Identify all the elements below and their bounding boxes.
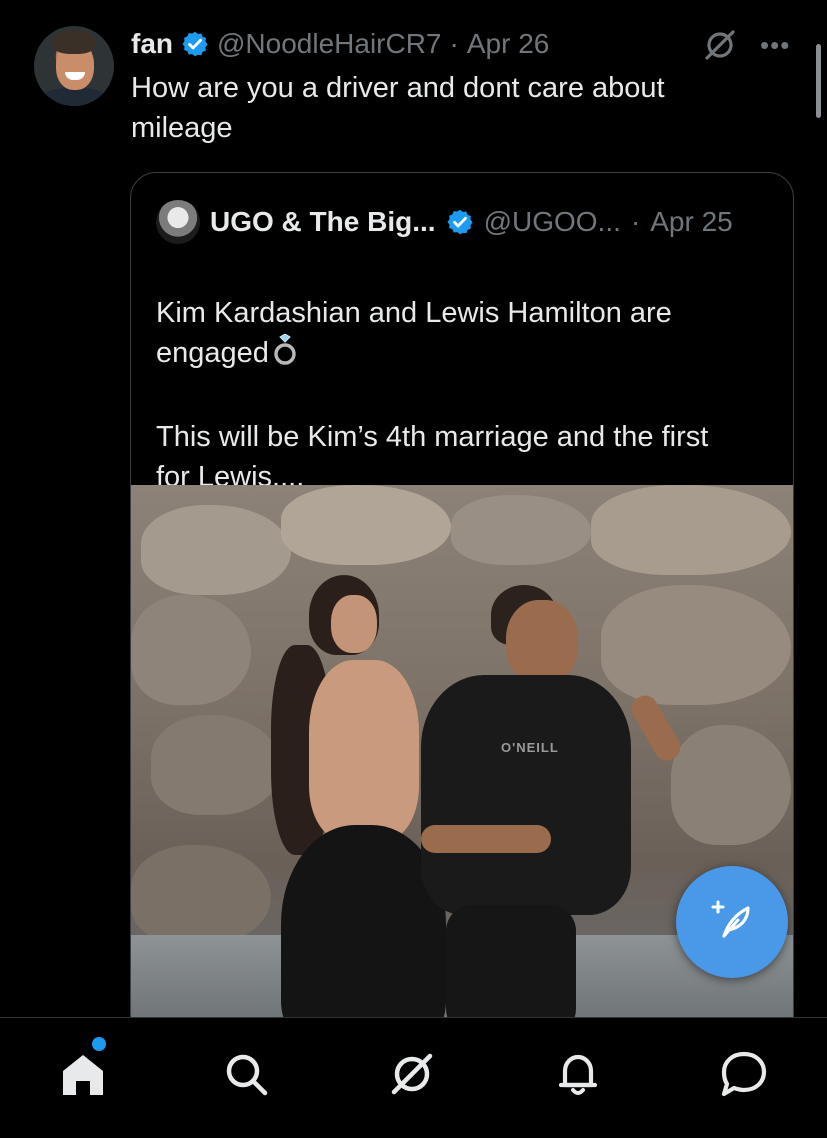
notifications-icon: [553, 1049, 603, 1104]
quote-author-handle[interactable]: @UGOO...: [484, 206, 621, 238]
tweet-date[interactable]: Apr 26: [467, 28, 550, 60]
scrollbar[interactable]: [816, 44, 821, 118]
search-icon: [221, 1049, 271, 1104]
more-options-icon[interactable]: •••: [760, 32, 790, 58]
quote-header: UGO & The Big... @UGOO... · Apr 25: [156, 200, 733, 244]
tweet-header: fan @NoodleHairCR7 · Apr 26: [131, 26, 549, 62]
compose-post-button[interactable]: [676, 866, 788, 978]
bottom-navigation: [0, 1017, 827, 1138]
nav-grok[interactable]: [384, 1048, 440, 1104]
quote-author-avatar[interactable]: [156, 200, 200, 244]
quote-date[interactable]: Apr 25: [650, 206, 733, 238]
quote-text-line1: Kim Kardashian and Lewis Hamilton are en…: [156, 297, 672, 369]
grok-icon: [387, 1049, 437, 1104]
nav-home[interactable]: [55, 1048, 111, 1104]
messages-icon: [718, 1048, 770, 1105]
quote-text-line2: This will be Kim’s 4th marriage and the …: [156, 421, 709, 493]
quote-author-name[interactable]: UGO & The Big...: [210, 206, 436, 238]
home-icon: [58, 1049, 108, 1104]
ring-icon: [273, 333, 297, 377]
author-display-name[interactable]: fan: [131, 28, 173, 60]
nav-notifications[interactable]: [550, 1048, 606, 1104]
nav-search[interactable]: [218, 1048, 274, 1104]
photo-shirt-logo: O'NEILL: [501, 740, 559, 755]
nav-messages[interactable]: [716, 1048, 772, 1104]
verified-badge-icon[interactable]: [446, 208, 474, 236]
compose-post-icon: [708, 896, 756, 949]
author-handle[interactable]: @NoodleHairCR7: [217, 28, 442, 60]
home-notification-dot: [92, 1037, 106, 1051]
meta-separator: ·: [630, 206, 641, 237]
verified-badge-icon[interactable]: [181, 30, 209, 58]
tweet-actions: •••: [702, 26, 790, 64]
author-avatar[interactable]: [34, 26, 114, 106]
meta-separator: ·: [449, 28, 459, 59]
quote-text: Kim Kardashian and Lewis Hamilton are en…: [156, 253, 766, 497]
grok-icon[interactable]: [702, 27, 738, 63]
x-app-screen: fan @NoodleHairCR7 · Apr 26 ••• How are …: [0, 0, 827, 1138]
tweet-text: How are you a driver and dont care about…: [131, 72, 665, 144]
